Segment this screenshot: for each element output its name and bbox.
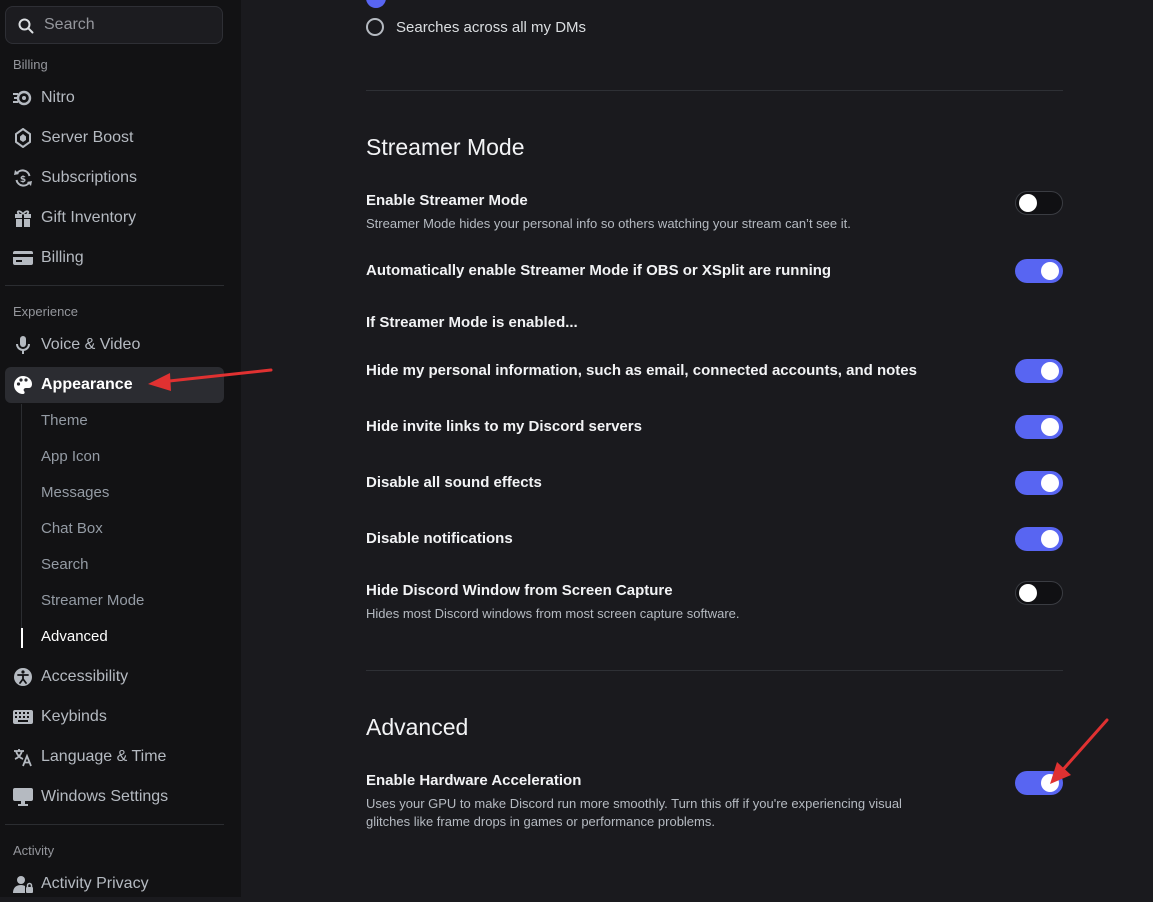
toggle-disable-sound-effects[interactable] bbox=[1015, 471, 1063, 495]
sub-item-streamer-mode[interactable]: Streamer Mode bbox=[41, 591, 144, 611]
toggle-hardware-acceleration[interactable] bbox=[1015, 771, 1063, 795]
sidebar-item-label: Voice & Video bbox=[41, 336, 141, 353]
sidebar-item-voice-video[interactable]: Voice & Video bbox=[5, 327, 224, 363]
sidebar-item-label: Activity Privacy bbox=[41, 875, 149, 892]
search-box[interactable] bbox=[5, 6, 223, 44]
palette-icon bbox=[13, 375, 33, 395]
gift-icon bbox=[13, 208, 33, 228]
toggle-hide-invite-links[interactable] bbox=[1015, 415, 1063, 439]
sidebar-item-subscriptions[interactable]: $ Subscriptions bbox=[5, 160, 224, 196]
sidebar-item-server-boost[interactable]: Server Boost bbox=[5, 120, 224, 156]
setting-title-disable-notifications: Disable notifications bbox=[366, 530, 513, 547]
toggle-knob bbox=[1041, 262, 1059, 280]
sidebar-item-windows-settings[interactable]: Windows Settings bbox=[5, 779, 224, 815]
sidebar-item-label: Subscriptions bbox=[41, 169, 138, 186]
settings-sidebar: Billing Nitro Server Boost $ Subscriptio… bbox=[0, 0, 241, 897]
sidebar-item-gift-inventory[interactable]: Gift Inventory bbox=[5, 200, 224, 236]
setting-title-hide-window-capture: Hide Discord Window from Screen Capture bbox=[366, 582, 673, 599]
subscriptions-icon: $ bbox=[13, 168, 33, 188]
setting-title-hide-personal-info: Hide my personal information, such as em… bbox=[366, 362, 917, 379]
sidebar-item-appearance[interactable]: Appearance bbox=[5, 367, 224, 403]
sidebar-item-label: Server Boost bbox=[41, 129, 134, 146]
search-scope-option[interactable]: Searches across all my DMs bbox=[366, 18, 586, 36]
credit-card-icon bbox=[13, 248, 33, 268]
setting-desc-hide-window-capture: Hides most Discord windows from most scr… bbox=[366, 606, 740, 621]
sidebar-divider bbox=[5, 285, 224, 286]
sidebar-item-keybinds[interactable]: Keybinds bbox=[5, 699, 224, 735]
section-label-experience: Experience bbox=[13, 304, 79, 319]
sidebar-item-label: Accessibility bbox=[41, 668, 129, 685]
keyboard-icon bbox=[13, 707, 33, 727]
streamer-mode-heading: Streamer Mode bbox=[366, 134, 525, 160]
toggle-knob bbox=[1041, 474, 1059, 492]
monitor-icon bbox=[13, 787, 33, 807]
boost-icon bbox=[13, 128, 33, 148]
sidebar-item-language-time[interactable]: Language & Time bbox=[5, 739, 224, 775]
sidebar-item-label: Billing bbox=[41, 249, 84, 266]
sub-item-chat-box[interactable]: Chat Box bbox=[41, 519, 103, 539]
setting-title-auto-streamer-mode: Automatically enable Streamer Mode if OB… bbox=[366, 262, 832, 279]
setting-title-hardware-acceleration: Enable Hardware Acceleration bbox=[366, 772, 582, 789]
radio-label: Searches across all my DMs bbox=[396, 18, 587, 36]
language-icon bbox=[13, 747, 33, 767]
sidebar-item-label: Appearance bbox=[41, 376, 133, 393]
setting-title-disable-sound-effects: Disable all sound effects bbox=[366, 474, 542, 491]
microphone-icon bbox=[13, 335, 33, 355]
toggle-enable-streamer-mode[interactable] bbox=[1015, 191, 1063, 215]
sidebar-item-label: Nitro bbox=[41, 89, 75, 106]
sub-nav-line bbox=[21, 404, 22, 648]
toggle-knob bbox=[1041, 774, 1059, 792]
section-label-activity: Activity bbox=[13, 843, 55, 858]
nitro-icon bbox=[13, 88, 33, 108]
toggle-knob bbox=[1041, 530, 1059, 548]
setting-desc-enable-streamer-mode: Streamer Mode hides your personal info s… bbox=[366, 216, 851, 231]
toggle-knob bbox=[1019, 584, 1037, 602]
toggle-hide-window-capture[interactable] bbox=[1015, 581, 1063, 605]
section-divider bbox=[366, 670, 1063, 671]
sidebar-item-label: Language & Time bbox=[41, 748, 167, 765]
sub-nav-active-indicator bbox=[21, 628, 23, 648]
setting-title-hide-invite-links: Hide invite links to my Discord servers bbox=[366, 418, 642, 435]
radio-selected-partial[interactable] bbox=[366, 0, 386, 8]
search-icon bbox=[18, 18, 34, 34]
sidebar-item-label: Keybinds bbox=[41, 708, 107, 725]
sub-item-theme[interactable]: Theme bbox=[41, 411, 88, 431]
user-privacy-icon bbox=[13, 874, 33, 894]
setting-title-enable-streamer-mode: Enable Streamer Mode bbox=[366, 192, 528, 209]
advanced-heading: Advanced bbox=[366, 714, 469, 740]
sub-item-advanced[interactable]: Advanced bbox=[41, 627, 108, 647]
toggle-knob bbox=[1019, 194, 1037, 212]
toggle-hide-personal-info[interactable] bbox=[1015, 359, 1063, 383]
sub-item-messages[interactable]: Messages bbox=[41, 483, 109, 503]
sidebar-item-label: Gift Inventory bbox=[41, 209, 137, 226]
setting-desc-hardware-acceleration-line1: Uses your GPU to make Discord run more s… bbox=[366, 796, 902, 811]
sidebar-item-billing[interactable]: Billing bbox=[5, 240, 224, 276]
toggle-knob bbox=[1041, 418, 1059, 436]
section-divider bbox=[366, 90, 1063, 91]
sidebar-item-nitro[interactable]: Nitro bbox=[5, 80, 224, 116]
sub-item-search[interactable]: Search bbox=[41, 555, 89, 575]
sidebar-item-accessibility[interactable]: Accessibility bbox=[5, 659, 224, 695]
toggle-knob bbox=[1041, 362, 1059, 380]
toggle-disable-notifications[interactable] bbox=[1015, 527, 1063, 551]
search-input[interactable] bbox=[44, 7, 214, 43]
setting-desc-hardware-acceleration-line2: glitches like frame drops in games or pe… bbox=[366, 814, 715, 829]
accessibility-icon bbox=[13, 667, 33, 687]
sub-item-app-icon[interactable]: App Icon bbox=[41, 447, 100, 467]
subsection-title-if-enabled: If Streamer Mode is enabled... bbox=[366, 314, 578, 331]
svg-text:$: $ bbox=[20, 175, 26, 185]
sidebar-item-label: Windows Settings bbox=[41, 788, 169, 805]
sidebar-divider bbox=[5, 824, 224, 825]
radio-button[interactable] bbox=[366, 18, 384, 36]
toggle-auto-streamer-mode[interactable] bbox=[1015, 259, 1063, 283]
section-label-billing: Billing bbox=[13, 57, 48, 72]
